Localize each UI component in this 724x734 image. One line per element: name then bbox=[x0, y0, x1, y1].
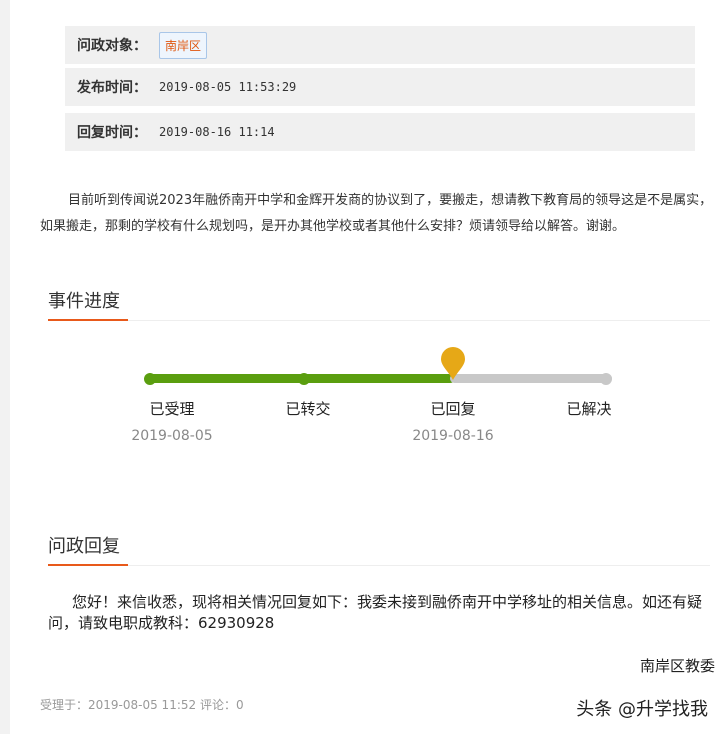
step-label: 已回复 bbox=[430, 400, 476, 418]
info-row-target: 问政对象： 南岸区 bbox=[65, 26, 695, 64]
step-date: 2019-08-05 bbox=[131, 428, 213, 444]
info-row-publish: 发布时间： 2019-08-05 11:53:29 bbox=[65, 68, 695, 106]
step-dot bbox=[144, 373, 156, 385]
info-row-reply: 回复时间： 2019-08-16 11:14 bbox=[65, 113, 695, 151]
question-text: 目前听到传闻说2023年融侨南开中学和金辉开发商的协议到了，要搬走，想请教下教育… bbox=[40, 193, 713, 234]
publish-time: 2019-08-05 11:53:29 bbox=[159, 80, 297, 94]
step-label: 已解决 bbox=[566, 400, 612, 418]
target-label: 问政对象： bbox=[77, 38, 147, 54]
step-label: 已受理 bbox=[149, 400, 195, 418]
reply-signature: 南岸区教委 bbox=[639, 657, 715, 675]
publish-label: 发布时间： bbox=[77, 80, 147, 96]
step-date: 2019-08-16 bbox=[412, 428, 494, 444]
footer-meta: 受理于：2019-08-05 11:52 评论：0 bbox=[40, 698, 244, 712]
reply-heading: 问政回复 bbox=[48, 532, 710, 566]
reply-title: 问政回复 bbox=[48, 532, 128, 566]
left-strip bbox=[0, 0, 10, 734]
watermark: 头条 @升学找我 bbox=[576, 699, 708, 720]
reply-time: 2019-08-16 11:14 bbox=[159, 125, 275, 139]
progress-title: 事件进度 bbox=[48, 287, 128, 321]
step-dot bbox=[600, 373, 612, 385]
step-label: 已转交 bbox=[285, 400, 331, 418]
progress-pending-track bbox=[450, 374, 612, 383]
current-step-marker-icon bbox=[441, 347, 465, 380]
reply-label: 回复时间： bbox=[77, 125, 147, 141]
step-dot bbox=[298, 373, 310, 385]
progress-heading: 事件进度 bbox=[48, 287, 710, 321]
reply-text: 您好！来信收悉，现将相关情况回复如下：我委未接到融侨南开中学移址的相关信息。如还… bbox=[48, 593, 703, 632]
target-tag[interactable]: 南岸区 bbox=[159, 31, 208, 59]
